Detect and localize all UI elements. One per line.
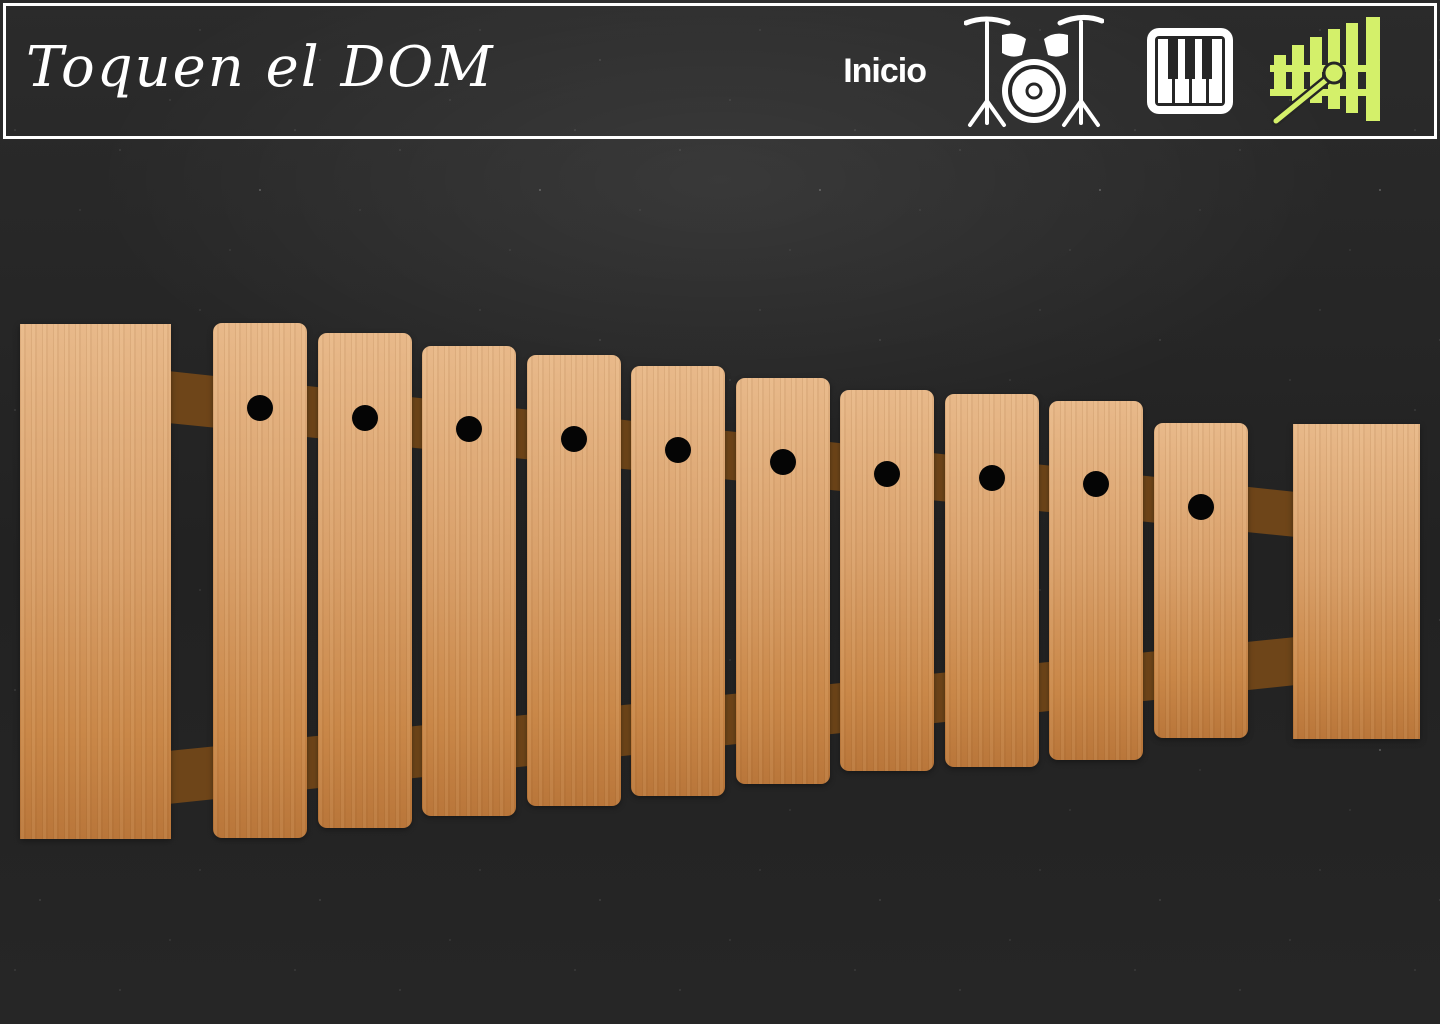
key-hole	[874, 461, 900, 487]
xylophone-key-7[interactable]	[840, 390, 934, 771]
xylophone-key-8[interactable]	[945, 394, 1039, 767]
xylophone-key-1[interactable]	[213, 323, 307, 838]
key-hole	[1083, 471, 1109, 497]
xylophone-key-9[interactable]	[1049, 401, 1143, 760]
end-block-right	[1293, 424, 1420, 739]
key-hole	[352, 405, 378, 431]
xylophone-key-10[interactable]	[1154, 423, 1248, 738]
key-hole	[979, 465, 1005, 491]
key-hole	[1188, 494, 1214, 520]
xylophone-key-4[interactable]	[527, 355, 621, 806]
xylophone-key-2[interactable]	[318, 333, 412, 828]
app-title: Toquen el DOM	[26, 35, 495, 100]
instrument-nav: Inicio	[843, 6, 1434, 136]
app-header: Toquen el DOM Inicio	[3, 3, 1437, 139]
xylophone-key-5[interactable]	[631, 366, 725, 796]
end-block-left	[20, 324, 171, 839]
xylophone-key-6[interactable]	[736, 378, 830, 784]
piano-icon[interactable]	[1144, 25, 1236, 117]
key-hole	[247, 395, 273, 421]
drum-kit-icon[interactable]	[964, 11, 1104, 131]
key-hole	[665, 437, 691, 463]
nav-home-link[interactable]: Inicio	[843, 52, 927, 91]
xylophone-icon[interactable]	[1270, 15, 1390, 127]
key-hole	[561, 426, 587, 452]
key-hole	[456, 416, 482, 442]
xylophone-key-3[interactable]	[422, 346, 516, 816]
key-hole	[770, 449, 796, 475]
xylophone	[0, 145, 1440, 1024]
